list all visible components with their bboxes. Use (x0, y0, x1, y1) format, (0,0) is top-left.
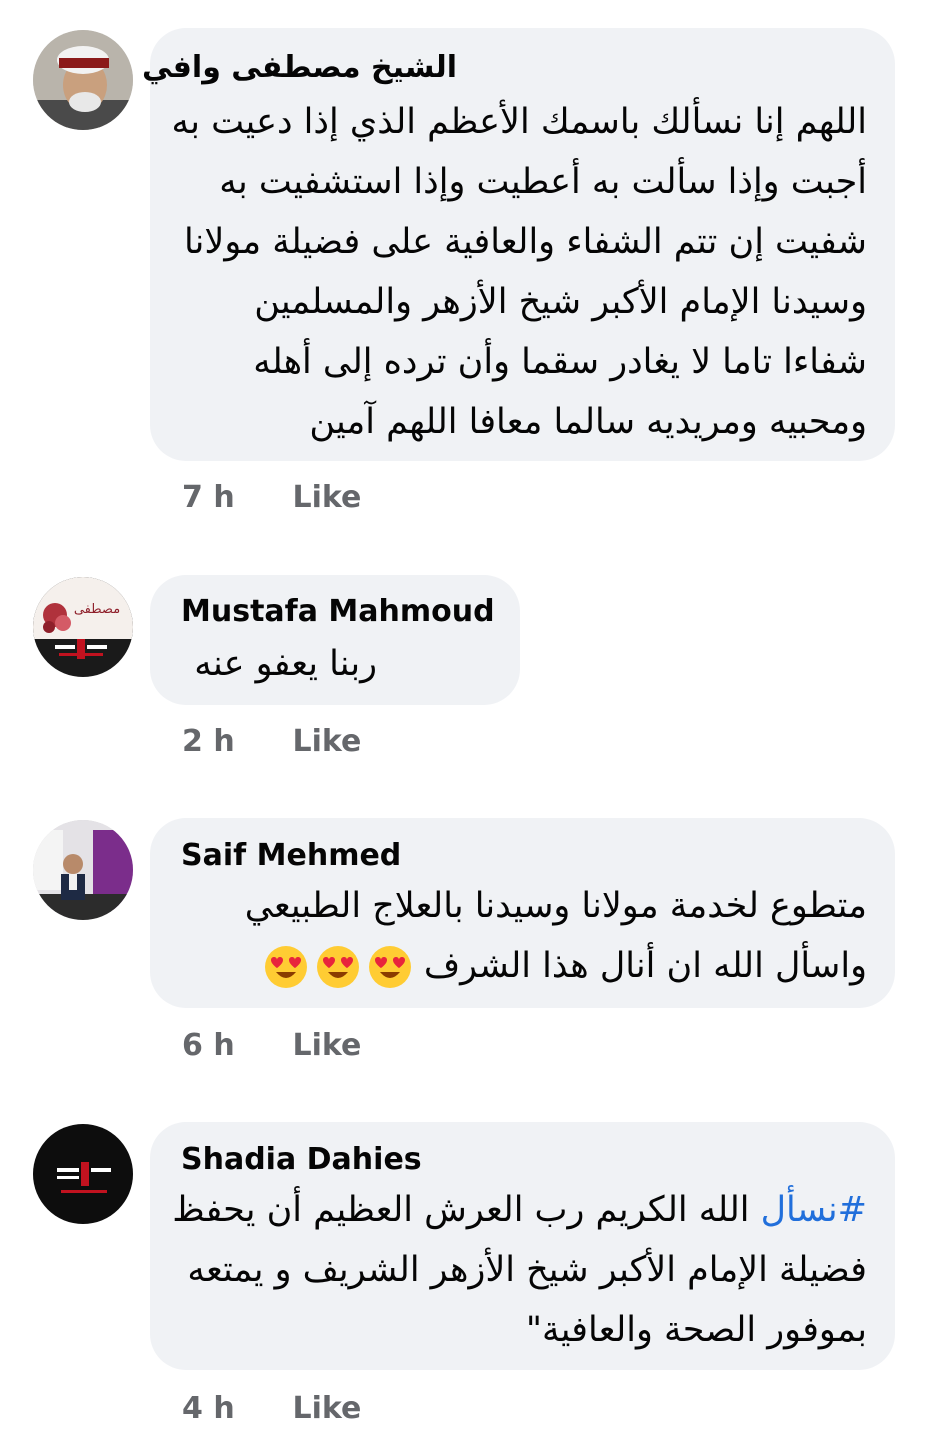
timestamp[interactable]: 6 h (182, 1028, 282, 1063)
avatar-photo-icon (33, 30, 133, 130)
avatar-text: مصطفى (74, 602, 120, 617)
comment-text: #نسأل الله الكريم رب العرش العظيم أن يحف… (172, 1180, 867, 1360)
comment-line: بموفور الصحة والعافية" (525, 1310, 867, 1350)
avatar[interactable] (33, 820, 133, 920)
comments-page: الشيخ مصطفى وافي اللهم إنا نسألك باسمك ا… (0, 0, 927, 1440)
avatar[interactable] (33, 1124, 133, 1224)
avatar-logo-icon (33, 1124, 133, 1224)
heart-eyes-emoji-icon (264, 946, 307, 988)
comment-meta: 6 h Like (182, 1028, 361, 1063)
comment-line: وسيدنا الإمام الأكبر شيخ الأزهر والمسلمي… (254, 282, 867, 322)
comment-text: اللهم إنا نسألك باسمك الأعظم الذي إذا دع… (172, 92, 867, 452)
comment-line: واسأل الله ان أنال هذا الشرف (245, 936, 867, 996)
comment-line: متطوع لخدمة مولانا وسيدنا بالعلاج الطبيع… (244, 886, 867, 926)
comment-text: ربنا يعفو عنه (194, 634, 377, 694)
comment-author[interactable]: Mustafa Mahmoud (181, 594, 495, 629)
avatar[interactable]: مصطفى (33, 577, 133, 677)
heart-eyes-emoji-icon (316, 946, 359, 988)
comment-line-text: واسأل الله ان أنال هذا الشرف (423, 946, 867, 986)
hashtag-link[interactable]: #نسأل (761, 1190, 867, 1230)
comment-line: فضيلة الإمام الأكبر شيخ الأزهر الشريف و … (187, 1250, 867, 1290)
timestamp[interactable]: 7 h (182, 480, 282, 515)
comment-line: #نسأل الله الكريم رب العرش العظيم أن يحف… (172, 1180, 867, 1240)
comment-author[interactable]: Saif Mehmed (181, 838, 401, 873)
comment-line: أجبت وإذا سألت به أعطيت وإذا استشفيت به (219, 162, 867, 202)
timestamp[interactable]: 4 h (182, 1391, 282, 1426)
avatar-photo-icon (33, 820, 133, 920)
comment-line: شفيت إن تتم الشفاء والعافية على فضيلة مو… (183, 222, 867, 262)
comment-author[interactable]: Shadia Dahies (181, 1142, 422, 1177)
like-button[interactable]: Like (292, 480, 361, 515)
comment-author[interactable]: الشيخ مصطفى وافي (142, 50, 457, 85)
like-button[interactable]: Like (292, 1028, 361, 1063)
like-button[interactable]: Like (292, 1391, 361, 1426)
avatar-logo-icon: مصطفى (33, 577, 133, 677)
comment-text: متطوع لخدمة مولانا وسيدنا بالعلاج الطبيع… (245, 876, 867, 996)
comment-meta: 2 h Like (182, 724, 361, 759)
comment-line: ربنا يعفو عنه (194, 644, 377, 684)
comment-meta: 7 h Like (182, 480, 361, 515)
timestamp[interactable]: 2 h (182, 724, 282, 759)
avatar[interactable] (33, 30, 133, 130)
comment-line: شفاءا تاما لا يغادر سقما وأن ترده إلى أه… (253, 342, 867, 382)
comment-line: ومحبيه ومريديه سالما معافا اللهم آمين (309, 402, 867, 442)
like-button[interactable]: Like (292, 724, 361, 759)
comment-line: اللهم إنا نسألك باسمك الأعظم الذي إذا دع… (171, 102, 867, 142)
comment-line-text: الله الكريم رب العرش العظيم أن يحفظ (172, 1190, 750, 1230)
heart-eyes-emoji-icon (368, 946, 411, 988)
comment-meta: 4 h Like (182, 1391, 361, 1426)
